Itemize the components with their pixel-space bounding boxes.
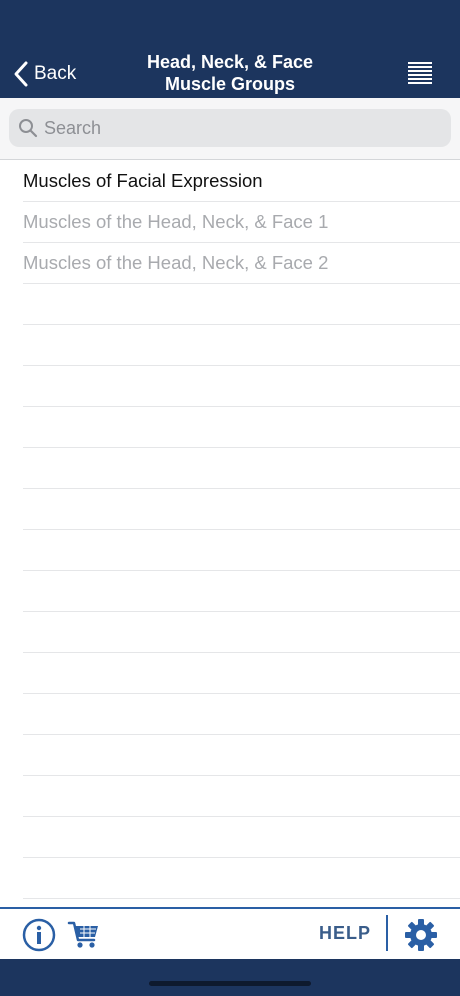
info-icon[interactable] (22, 918, 56, 952)
empty-row (23, 366, 460, 407)
empty-row (23, 858, 460, 899)
empty-row (23, 325, 460, 366)
empty-row (23, 817, 460, 858)
page-title: Head, Neck, & Face Muscle Groups (110, 51, 350, 95)
empty-row (23, 694, 460, 735)
search-bar (0, 98, 460, 160)
list-item-label: Muscles of Facial Expression (23, 170, 263, 191)
empty-row (23, 571, 460, 612)
nav-bar: Back Head, Neck, & Face Muscle Groups (0, 0, 460, 98)
empty-row (23, 776, 460, 817)
chevron-left-icon (14, 61, 28, 87)
bottom-safe-area (0, 959, 460, 996)
page-title-line1: Head, Neck, & Face (146, 52, 314, 72)
toolbar-divider (386, 915, 388, 951)
empty-row (23, 284, 460, 325)
list-item: Muscles of the Head, Neck, & Face 2 (23, 243, 460, 284)
empty-row (23, 489, 460, 530)
back-label: Back (34, 63, 77, 84)
list-item: Muscles of the Head, Neck, & Face 1 (23, 202, 460, 243)
page-title-line2: Muscle Groups (164, 74, 296, 94)
home-indicator (149, 981, 311, 986)
muscle-group-list: Muscles of Facial Expression Muscles of … (0, 161, 460, 905)
empty-row (23, 530, 460, 571)
search-field[interactable] (9, 109, 451, 147)
help-button[interactable]: HELP (319, 923, 371, 944)
empty-row (23, 735, 460, 776)
list-menu-icon[interactable] (406, 62, 434, 84)
empty-row (23, 448, 460, 489)
empty-row (23, 612, 460, 653)
empty-row (23, 653, 460, 694)
gear-icon[interactable] (404, 918, 438, 952)
back-button[interactable]: Back (12, 58, 76, 90)
search-icon (19, 119, 38, 138)
search-input[interactable] (38, 109, 451, 147)
cart-icon[interactable] (67, 919, 101, 951)
list-item-label: Muscles of the Head, Neck, & Face 2 (23, 252, 329, 273)
bottom-toolbar: HELP (0, 907, 460, 959)
list-item-label: Muscles of the Head, Neck, & Face 1 (23, 211, 329, 232)
list-item[interactable]: Muscles of Facial Expression (23, 161, 460, 202)
empty-row (23, 407, 460, 448)
